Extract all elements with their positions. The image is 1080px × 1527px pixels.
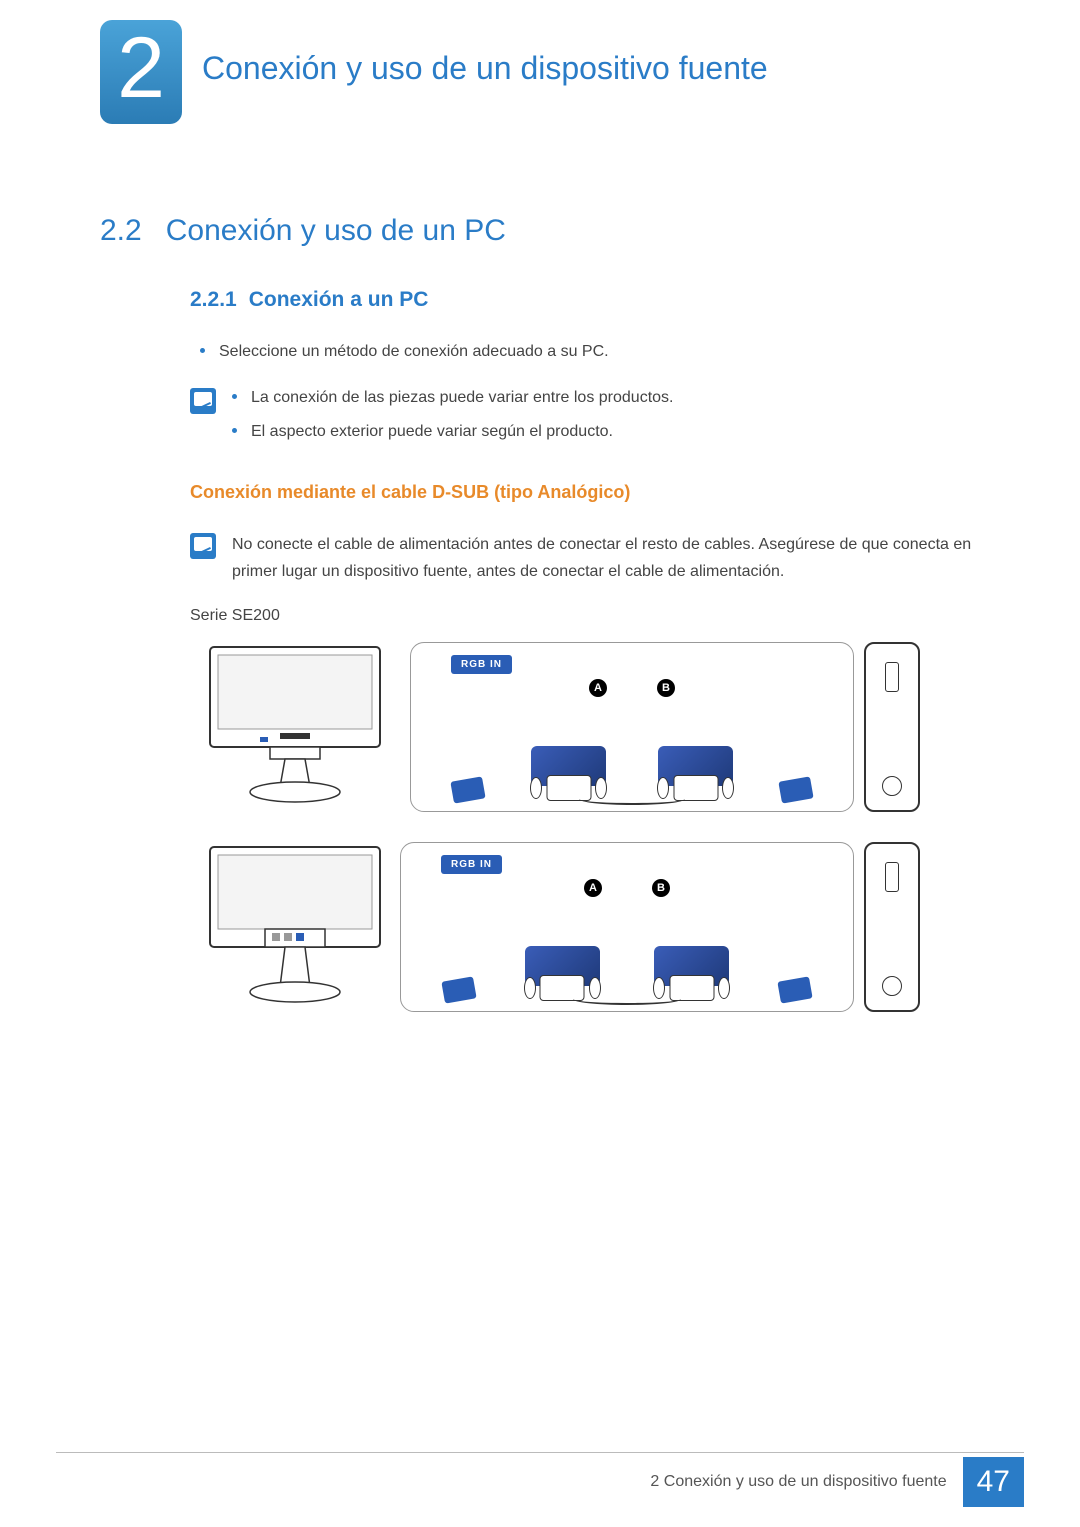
bullet-icon [232, 394, 237, 399]
cable-line [579, 793, 685, 805]
subsection-title: Conexión a un PC [249, 288, 429, 312]
pc-illustration [864, 842, 920, 1012]
note-icon [190, 533, 216, 559]
note-icon [190, 388, 216, 414]
label-b-badge: B [657, 679, 675, 697]
cable-line [573, 993, 682, 1005]
monitor-illustration [200, 637, 390, 817]
monitor-illustration [200, 837, 390, 1017]
note-item: La conexión de las piezas puede variar e… [251, 386, 673, 410]
subsection-number: 2.2.1 [190, 288, 237, 312]
pc-illustration [864, 642, 920, 812]
pc-port-icon [777, 977, 812, 1004]
cable-panel: RGB IN A B [400, 842, 854, 1012]
section-title: Conexión y uso de un PC [166, 214, 506, 248]
connection-diagram: RGB IN A B [200, 637, 920, 1017]
rgb-in-label: RGB IN [451, 655, 512, 674]
footer-rule [56, 1452, 1024, 1453]
page-number: 47 [963, 1457, 1024, 1507]
label-b-badge: B [652, 879, 670, 897]
footer-chapter-ref: 2 Conexión y uso de un dispositivo fuent… [650, 1473, 962, 1491]
cable-panel: RGB IN A B [410, 642, 854, 812]
rgb-port-icon [442, 977, 477, 1004]
section-number: 2.2 [100, 214, 142, 248]
rgb-in-label: RGB IN [441, 855, 502, 874]
label-a-badge: A [589, 679, 607, 697]
label-a-badge: A [584, 879, 602, 897]
series-label: Serie SE200 [190, 607, 980, 625]
chapter-title: Conexión y uso de un dispositivo fuente [202, 20, 768, 87]
pc-port-icon [778, 777, 813, 804]
bullet-icon [200, 348, 205, 353]
dsub-subheading: Conexión mediante el cable D-SUB (tipo A… [190, 482, 980, 503]
chapter-number-badge: 2 [100, 20, 182, 124]
rgb-port-icon [450, 777, 485, 804]
warning-text: No conecte el cable de alimentación ante… [232, 531, 980, 585]
bullet-text: Seleccione un método de conexión adecuad… [219, 340, 609, 364]
bullet-icon [232, 428, 237, 433]
note-item: El aspecto exterior puede variar según e… [251, 420, 613, 444]
